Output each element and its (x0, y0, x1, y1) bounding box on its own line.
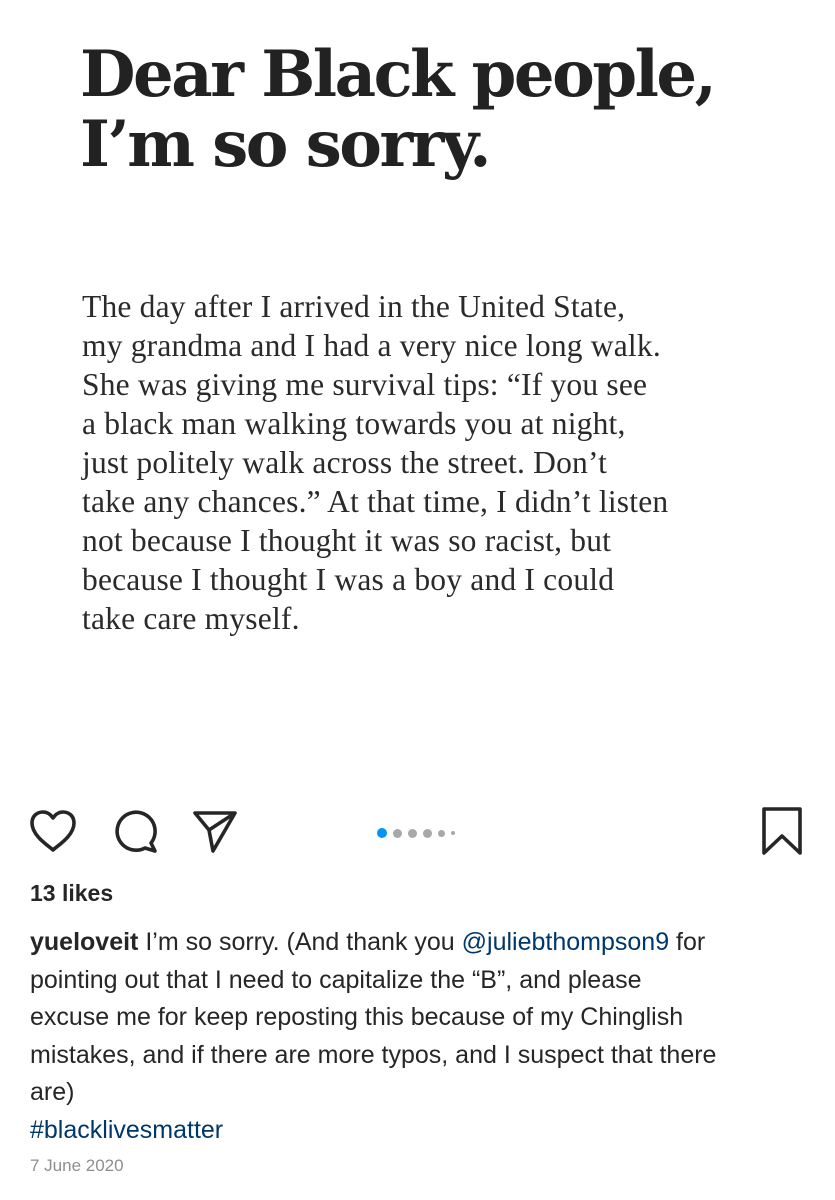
caption-line: mistakes, and if there are more typos, a… (30, 1040, 717, 1069)
body-line: not because I thought it was so racist, … (82, 523, 612, 558)
caption-line: yueloveit I’m so sorry. (And thank you @… (30, 924, 810, 962)
carousel-dot (451, 831, 455, 835)
post-body-text: The day after I arrived in the United St… (82, 287, 782, 638)
carousel-indicator (377, 827, 461, 839)
carousel-dot (393, 828, 402, 838)
comment-button[interactable] (111, 806, 161, 856)
headline-line: Dear Black people, (80, 37, 717, 112)
bookmark-icon (762, 807, 802, 855)
carousel-dot (438, 829, 445, 837)
carousel-dot-active (377, 828, 387, 838)
share-icon (193, 811, 237, 853)
caption-line: #blacklivesmatter (30, 1112, 810, 1150)
comment-icon (115, 810, 157, 853)
body-line: my grandma and I had a very nice long wa… (82, 328, 661, 363)
username-link[interactable]: yueloveit (30, 928, 138, 956)
body-line: The day after I arrived in the United St… (82, 289, 626, 324)
caption-line: excuse me for keep reposting this becaus… (30, 1003, 684, 1031)
body-line: a black man walking towards you at night… (82, 406, 626, 441)
post-image[interactable]: Dear Black people, I’m so sorry. The day… (0, 0, 835, 790)
headline-line: I’m so sorry. (80, 107, 492, 182)
body-line: take any chances.” At that time, I didn’… (82, 484, 669, 519)
post-date: 7 June 2020 (30, 1156, 124, 1175)
heart-icon (30, 810, 76, 852)
action-bar (0, 800, 835, 862)
body-line: just politely walk across the street. Do… (82, 445, 608, 480)
mention-link[interactable]: @juliebthompson9 (462, 928, 669, 956)
hashtag-link[interactable]: #blacklivesmatter (30, 1116, 223, 1144)
body-line: because I thought I was a boy and I coul… (82, 562, 615, 597)
caption-text: I’m so sorry. (And thank you (138, 928, 462, 956)
caption-text: for (669, 928, 706, 956)
caption-line: are) (30, 1078, 75, 1106)
caption-line: pointing out that I need to capitalize t… (30, 965, 642, 994)
save-button[interactable] (757, 806, 807, 856)
carousel-dot (408, 828, 417, 838)
likes-count[interactable]: 13 likes (30, 880, 113, 907)
body-line: take care myself. (82, 601, 300, 636)
carousel-dot (423, 828, 432, 838)
body-line: She was giving me survival tips: “If you… (82, 367, 648, 402)
post-headline: Dear Black people, I’m so sorry. (80, 40, 780, 180)
share-button[interactable] (190, 806, 240, 856)
like-button[interactable] (28, 806, 78, 856)
post-caption: yueloveit I’m so sorry. (And thank you @… (30, 924, 810, 1149)
